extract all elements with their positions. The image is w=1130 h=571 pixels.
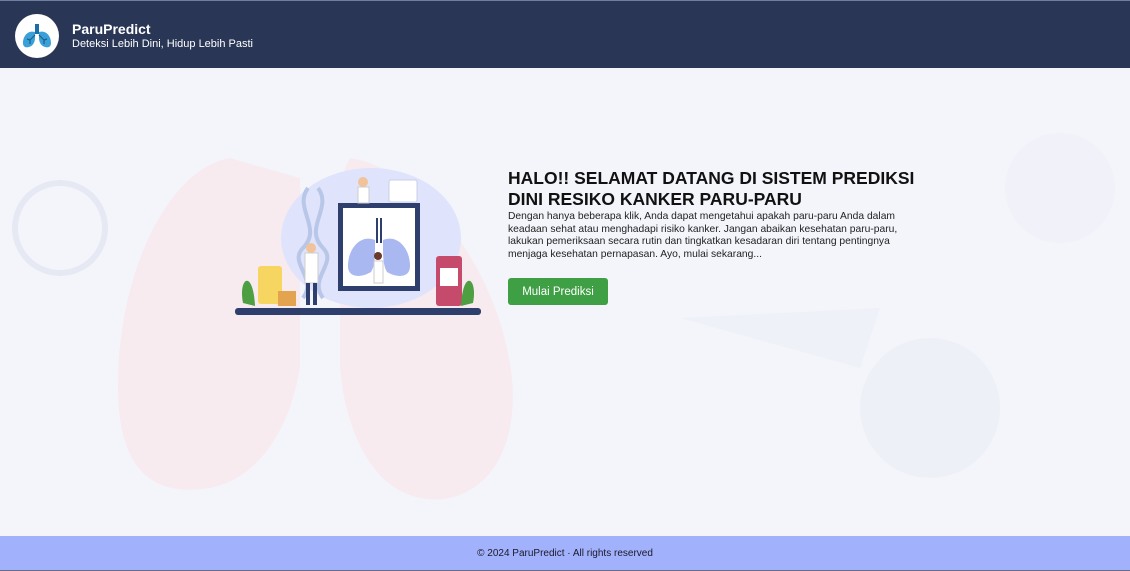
lung-xray-illustration xyxy=(235,168,481,315)
welcome-headline: HALO!! SELAMAT DATANG DI SISTEM PREDIKSI… xyxy=(508,168,915,209)
top-header: ParuPredict Deteksi Lebih Dini, Hidup Le… xyxy=(0,0,1130,68)
footer: © 2024 ParuPredict · All rights reserved xyxy=(0,536,1130,571)
lungs-icon[interactable] xyxy=(15,14,59,58)
main-content: HALO!! SELAMAT DATANG DI SISTEM PREDIKSI… xyxy=(0,68,1130,536)
brand-tagline: Deteksi Lebih Dini, Hidup Lebih Pasti xyxy=(72,38,253,50)
copyright-text: © 2024 ParuPredict · All rights reserved xyxy=(477,547,653,559)
welcome-description: Dengan hanya beberapa klik, Anda dapat m… xyxy=(508,211,898,260)
start-prediction-button[interactable]: Mulai Prediksi xyxy=(508,278,608,305)
brand-name[interactable]: ParuPredict xyxy=(72,21,151,37)
